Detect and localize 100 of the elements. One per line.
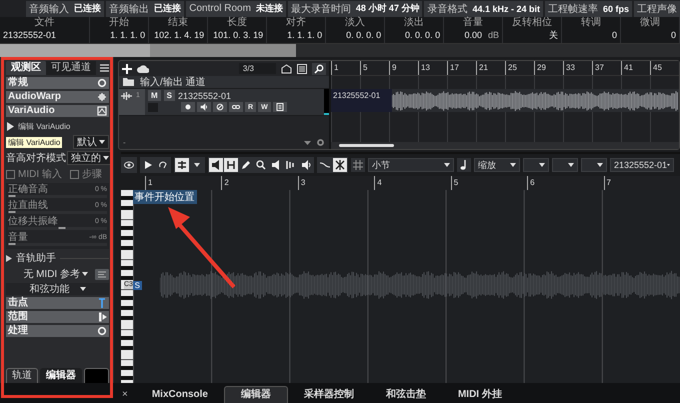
zone-tab[interactable]: MIDI 外挂 (442, 387, 518, 403)
close-button[interactable]: × (114, 387, 136, 403)
section-header[interactable]: 处理 (6, 325, 109, 337)
play-icon[interactable] (143, 160, 153, 170)
zone-tab-slot[interactable] (84, 368, 109, 383)
edit-label[interactable]: 编辑 VariAudio (18, 120, 70, 132)
tool-icon[interactable] (177, 160, 187, 170)
speaker-icon[interactable] (271, 160, 281, 170)
preset-dropdown[interactable]: 默认 (73, 135, 109, 149)
status-value: 48 小时 47 分钟 (356, 2, 420, 15)
checkbox[interactable] (6, 170, 15, 178)
field-value[interactable]: 0.00 (464, 29, 482, 41)
settings-icon[interactable] (316, 138, 325, 147)
caret-icon (597, 163, 603, 167)
speaker-icon[interactable] (200, 103, 208, 111)
section-header[interactable]: VariAudio (6, 105, 109, 117)
field-value[interactable]: 关 (549, 29, 558, 41)
audio-event[interactable]: 21325552-01 (331, 89, 679, 112)
editor-icon[interactable] (276, 103, 284, 111)
search-icon[interactable] (312, 62, 326, 74)
add-icon[interactable] (122, 64, 132, 74)
color-swatch[interactable] (148, 102, 158, 112)
warp-icon[interactable] (97, 92, 107, 102)
timeline-ruler[interactable]: 1 5 9 13 17 21 25 29 33 37 41 45 (331, 61, 679, 76)
link-icon[interactable] (232, 103, 240, 111)
slider-label: 音量 (8, 232, 28, 243)
field-value[interactable]: 0 (671, 29, 676, 41)
layers-dropdown[interactable] (552, 158, 578, 172)
field-value[interactable]: 1. 1. 1. 0 (287, 29, 322, 41)
bar-number: 37 (592, 61, 621, 75)
chart-icon[interactable] (97, 106, 107, 116)
chord-function-dropdown[interactable]: 和弦功能 (6, 283, 109, 295)
play-icon[interactable] (6, 122, 14, 130)
speaker-icon[interactable] (301, 160, 311, 170)
speaker-icon[interactable] (211, 160, 221, 170)
bar-number: 17 (447, 61, 476, 75)
bar-number: 29 (534, 61, 563, 75)
track-row[interactable]: 输入/输出 通道 (119, 76, 329, 89)
checkbox[interactable] (70, 170, 79, 178)
status-value: 已连接 (154, 2, 182, 15)
home-icon[interactable] (281, 64, 292, 74)
menu-icon[interactable] (100, 64, 109, 72)
bars-icon[interactable] (286, 160, 296, 170)
field-value[interactable]: 0. 0. 0. 0 (405, 29, 440, 41)
zone-tab[interactable]: 和弦击垫 (370, 387, 442, 403)
pitch-mode-dropdown[interactable]: 独立的 (67, 151, 113, 165)
status-label: 工程帧速率 (548, 2, 598, 16)
track-count-field[interactable]: 3/3 (238, 63, 276, 74)
snap-icon[interactable] (335, 160, 345, 170)
zone-tab[interactable]: MixConsole (136, 387, 224, 403)
clip-dropdown[interactable]: 21325552-01 (610, 158, 674, 172)
section-header[interactable]: AudioWarp (6, 91, 109, 103)
zoom-mode-dropdown[interactable]: 缩放 (474, 158, 520, 172)
section-label[interactable]: 音轨助手 (16, 251, 56, 265)
zone-tab[interactable]: 编辑器 (224, 386, 288, 403)
caret-icon (568, 163, 574, 167)
section-header[interactable]: 范围 (6, 311, 109, 323)
loop-icon[interactable] (158, 160, 168, 170)
zoom-icon[interactable] (256, 160, 266, 170)
zone-tab[interactable]: 编辑器 (40, 368, 82, 383)
copy-dropdown[interactable] (581, 158, 607, 172)
caret-icon[interactable] (304, 140, 311, 144)
field-value[interactable]: 101. 0. 3. 19 (213, 29, 264, 41)
field-value[interactable]: 1. 1. 1. 0 (110, 29, 146, 41)
horizontal-scrollbar[interactable] (331, 142, 679, 149)
eye-icon[interactable] (124, 160, 134, 170)
column-header: 对齐 (285, 17, 308, 29)
field-value[interactable]: 0 (612, 29, 618, 41)
record-icon[interactable] (184, 103, 192, 111)
scrollbar-thumb[interactable] (339, 144, 394, 147)
solo-button[interactable]: S (164, 90, 176, 101)
midi-reference-dropdown[interactable]: 无 MIDI 参考 (20, 268, 91, 280)
expand-icon[interactable] (6, 254, 12, 262)
column-header: 淡入 (344, 17, 366, 29)
grid-type-dropdown[interactable]: 小节 (368, 158, 454, 172)
field-value[interactable]: 102. 1. 4. 19 (154, 29, 204, 41)
inspector-tab[interactable]: 可见通道 (46, 61, 96, 75)
column-header: 开始 (108, 17, 130, 29)
curve-icon[interactable] (320, 160, 330, 170)
inspector-tab[interactable]: 观测区 (6, 61, 46, 75)
bar-number: 33 (563, 61, 592, 75)
list-icon[interactable] (297, 64, 307, 74)
field-value[interactable]: 0. 0. 0. 0 (346, 29, 382, 41)
pencil-icon[interactable] (241, 160, 251, 170)
mute-button[interactable]: M (148, 90, 161, 101)
event-start-label: 事件开始位置 (132, 190, 197, 204)
marker-icon[interactable] (97, 298, 107, 308)
section-header[interactable]: 常规 (6, 77, 109, 89)
cloud-icon[interactable] (137, 64, 149, 74)
range-icon[interactable] (226, 160, 236, 170)
column-header: 微调 (639, 17, 662, 29)
view-dropdown[interactable] (523, 158, 549, 172)
zone-tab[interactable]: 采样器控制 (288, 387, 370, 403)
column-header: 文件 (34, 17, 56, 29)
field-value[interactable]: 21325552-01 (3, 29, 56, 41)
keyboard-icon[interactable] (95, 268, 109, 280)
section-header[interactable]: 击点 (6, 297, 109, 309)
grid-icon[interactable] (353, 160, 363, 170)
slider-label: 正确音高 (8, 184, 48, 195)
editor-ruler[interactable]: 1 2 3 4 5 6 7 (145, 176, 680, 191)
